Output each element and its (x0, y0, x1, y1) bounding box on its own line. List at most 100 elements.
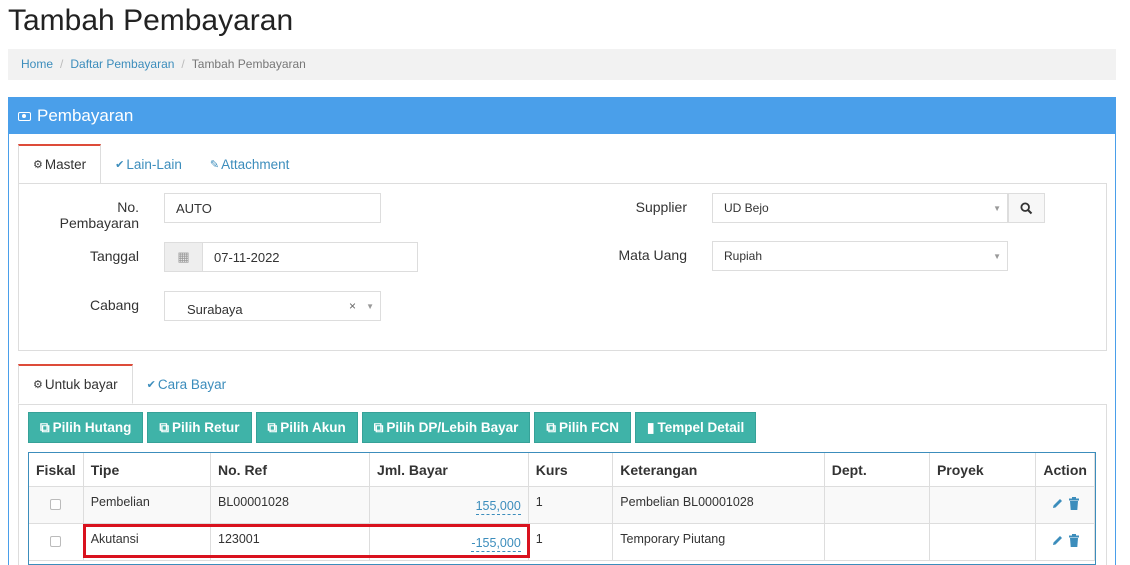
tipe-cell: Pembelian (82, 486, 212, 524)
no-pembayaran-label: No. Pembayaran (59, 199, 139, 231)
table-header-row: Fiskal Tipe No. Ref Jml. Bayar Kurs Kete… (28, 452, 1095, 487)
keterangan-cell: Pembelian BL00001028 (612, 486, 825, 524)
proyek-cell (928, 523, 1037, 561)
dept-cell (823, 486, 930, 524)
cabang-select[interactable]: Surabaya × ▼ (164, 291, 381, 321)
breadcrumb-separator: / (181, 57, 185, 71)
chevron-down-icon: ▼ (366, 302, 374, 311)
no-ref-cell: BL00001028 (209, 486, 371, 524)
tab-label: Master (44, 157, 87, 172)
detail-table: Fiskal Tipe No. Ref Jml. Bayar Kurs Kete… (28, 452, 1095, 561)
pilih-fcn-button[interactable]: ⧉ Pilih FCN (534, 412, 632, 443)
tempel-detail-button[interactable]: ▮ Tempel Detail (635, 412, 757, 443)
column-header-dept: Dept. (823, 452, 930, 487)
tanggal-label: Tanggal (89, 248, 139, 264)
pencil-icon[interactable] (1051, 534, 1064, 547)
mata-uang-label: Mata Uang (618, 247, 687, 263)
table-row: Akutansi 123001 -155,000 1 Temporary Piu… (28, 523, 1095, 561)
fiskal-checkbox[interactable] (50, 499, 62, 510)
action-cell (1035, 523, 1095, 561)
chevron-down-icon: ▼ (993, 252, 1001, 261)
column-header-kurs: Kurs (527, 452, 614, 487)
supplier-select[interactable]: UD Bejo ▼ (712, 193, 1008, 223)
fiskal-checkbox[interactable] (50, 536, 62, 547)
page-title: Tambah Pembayaran (8, 4, 294, 37)
breadcrumb-home-link[interactable]: Home (21, 57, 53, 71)
button-label: Pilih Akun (280, 420, 346, 435)
copy-icon: ⧉ (267, 419, 278, 435)
gears-icon: ⚙ (33, 159, 43, 171)
kurs-cell: 1 (527, 486, 614, 524)
copy-icon: ⧉ (159, 419, 170, 435)
master-tabs: ⚙ Master ✔ Lain-Lain ✎ Attachment (18, 144, 303, 184)
calendar-icon[interactable]: ▦ (164, 242, 203, 272)
tab-label: Untuk bayar (44, 377, 118, 392)
column-header-action: Action (1035, 452, 1095, 487)
panel-heading: Pembayaran (9, 98, 1115, 134)
dept-cell (823, 523, 930, 561)
tab-lain-lain[interactable]: ✔ Lain-Lain (101, 144, 196, 184)
jml-bayar-cell: 155,000 (369, 486, 529, 524)
pilih-hutang-button[interactable]: ⧉ Pilih Hutang (28, 412, 144, 443)
jml-bayar-cell: -155,000 (369, 523, 529, 561)
kurs-cell: 1 (527, 523, 614, 561)
copy-icon: ⧉ (373, 419, 384, 435)
pilih-dp-lebih-bayar-button[interactable]: ⧉ Pilih DP/Lebih Bayar (361, 412, 531, 443)
gears-icon: ⚙ (33, 379, 43, 391)
mata-uang-value: Rupiah (724, 249, 763, 263)
detail-button-bar: ⧉ Pilih Hutang ⧉ Pilih Retur ⧉ Pilih Akun ⧉… (28, 412, 757, 443)
panel-title: Pembayaran (37, 106, 134, 125)
keterangan-cell: Temporary Piutang (612, 523, 825, 561)
breadcrumb-separator: / (60, 57, 64, 71)
tab-master[interactable]: ⚙ Master (18, 144, 102, 184)
column-header-no-ref: No. Ref (209, 452, 371, 487)
cabang-label: Cabang (89, 297, 139, 313)
copy-icon: ⧉ (546, 419, 557, 435)
button-label: Pilih Hutang (52, 420, 132, 435)
column-header-tipe: Tipe (82, 452, 212, 487)
button-label: Pilih DP/Lebih Bayar (386, 420, 519, 435)
breadcrumb: Home / Daftar Pembayaran / Tambah Pembayaran (8, 49, 1116, 80)
breadcrumb-current: Tambah Pembayaran (191, 57, 306, 71)
button-label: Pilih FCN (559, 420, 620, 435)
jml-bayar-editable[interactable]: -155,000 (471, 536, 521, 552)
action-cell (1035, 486, 1095, 524)
tab-untuk-bayar[interactable]: ⚙ Untuk bayar (18, 364, 133, 404)
tab-attachment[interactable]: ✎ Attachment (196, 144, 304, 184)
column-header-fiskal: Fiskal (28, 452, 84, 487)
trash-icon[interactable] (1068, 534, 1080, 547)
supplier-search-button[interactable] (1008, 193, 1045, 223)
jml-bayar-editable[interactable]: 155,000 (475, 499, 521, 515)
pencil-icon[interactable] (1051, 497, 1064, 510)
supplier-value: UD Bejo (724, 201, 769, 215)
money-icon (18, 111, 31, 121)
pilih-retur-button[interactable]: ⧉ Pilih Retur (147, 412, 252, 443)
pilih-akun-button[interactable]: ⧉ Pilih Akun (255, 412, 358, 443)
column-header-keterangan: Keterangan (612, 452, 825, 487)
column-header-jml-bayar: Jml. Bayar (369, 452, 529, 487)
tab-label: Cara Bayar (157, 376, 227, 392)
tanggal-input[interactable]: 07-11-2022 (202, 242, 418, 272)
breadcrumb-list-link[interactable]: Daftar Pembayaran (70, 57, 174, 71)
supplier-label: Supplier (635, 199, 687, 215)
mata-uang-select[interactable]: Rupiah ▼ (712, 241, 1008, 271)
column-header-proyek: Proyek (928, 452, 1037, 487)
copy-icon: ⧉ (40, 419, 50, 435)
clear-icon[interactable]: × (349, 299, 356, 313)
cabang-value: Surabaya (187, 302, 243, 317)
chevron-down-icon: ▼ (993, 204, 1001, 213)
fiskal-cell (28, 486, 84, 524)
button-label: Tempel Detail (657, 420, 745, 435)
no-pembayaran-input[interactable]: AUTO (164, 193, 381, 223)
tipe-cell: Akutansi (82, 523, 212, 561)
tab-label: Attachment (221, 156, 290, 172)
paste-icon: ▮ (647, 419, 655, 435)
tab-cara-bayar[interactable]: ✔ Cara Bayar (133, 364, 241, 404)
tab-label: Lain-Lain (126, 156, 182, 172)
button-label: Pilih Retur (172, 420, 240, 435)
paperclip-icon: ✎ (209, 158, 220, 171)
trash-icon[interactable] (1068, 497, 1080, 510)
fiskal-cell (28, 523, 84, 561)
check-circle-icon: ✔ (115, 158, 125, 171)
search-icon (1020, 201, 1033, 214)
